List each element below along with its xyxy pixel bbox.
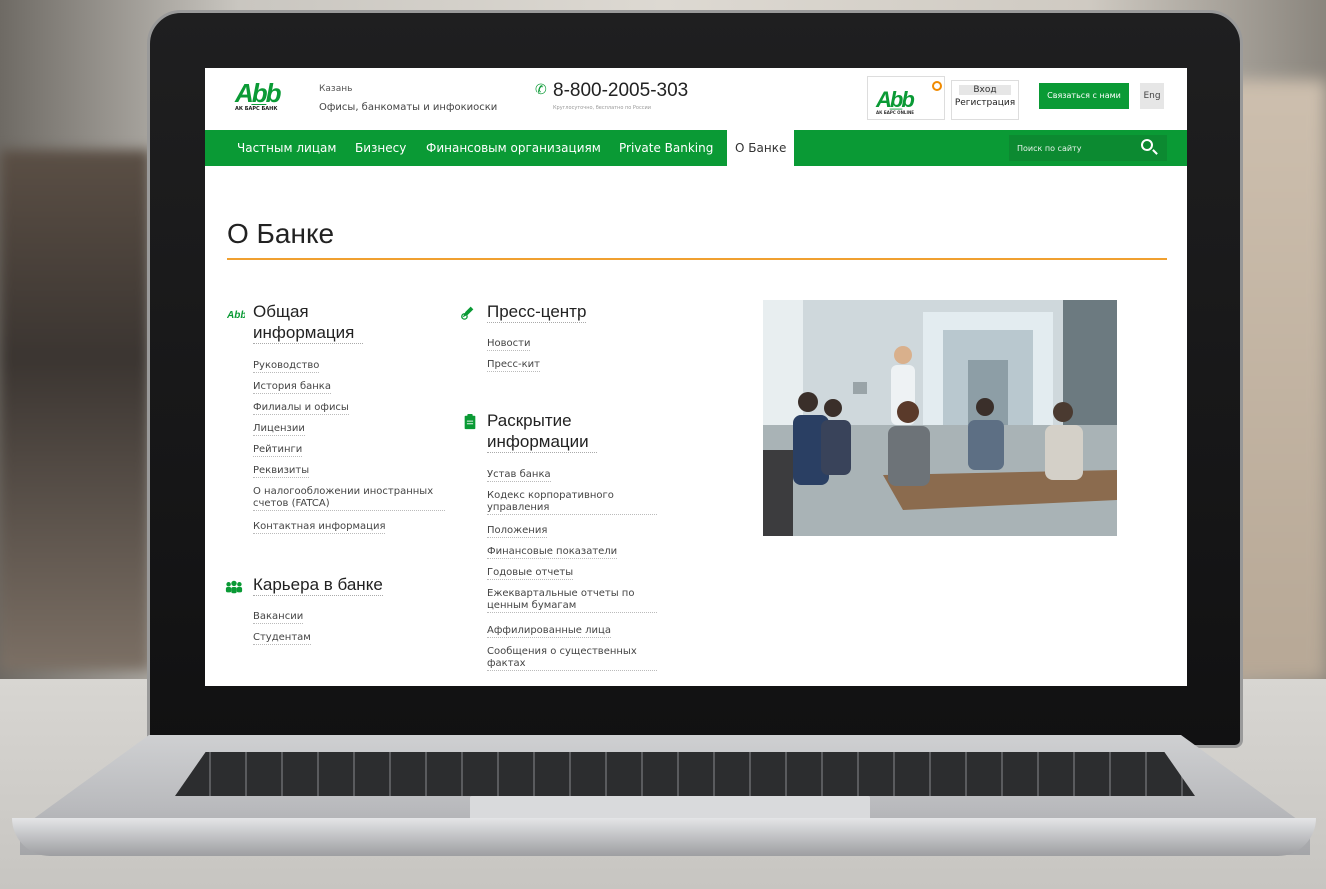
online-badge-icon [932, 81, 942, 91]
link-charter[interactable]: Устав банка [487, 469, 551, 482]
section-title-general[interactable]: Общая информация [253, 301, 363, 344]
laptop-trackpad [470, 796, 870, 820]
link-corporate-code[interactable]: Кодекс корпоративного управления [487, 490, 657, 515]
people-icon [225, 580, 243, 594]
logo-text: АК БАРС БАНК [235, 106, 278, 112]
online-banking-logo[interactable]: Ab̲b АК БАРС ONLINE [867, 76, 945, 120]
link-quarterly-reports[interactable]: Ежеквартальные отчеты по ценным бумагам [487, 588, 657, 613]
online-logo-text: АК БАРС ONLINE [876, 110, 915, 115]
phone-icon: ✆ [535, 82, 547, 98]
link-press-kit[interactable]: Пресс-кит [487, 359, 540, 372]
bank-logo[interactable]: Ab̲b АК БАРС БАНК [235, 78, 305, 112]
link-ratings[interactable]: Рейтинги [253, 444, 303, 457]
title-divider [227, 258, 1167, 260]
link-regulations[interactable]: Положения [487, 525, 548, 538]
link-requisites[interactable]: Реквизиты [253, 465, 310, 478]
laptop-keyboard [175, 752, 1195, 796]
section-title-disclosure[interactable]: Раскрытие информации [487, 410, 597, 453]
login-box: Вход Регистрация [951, 80, 1019, 120]
link-licenses[interactable]: Лицензии [253, 423, 305, 436]
link-branches[interactable]: Филиалы и офисы [253, 402, 349, 415]
link-students[interactable]: Студентам [253, 632, 311, 645]
link-vacancies[interactable]: Вакансии [253, 611, 304, 624]
logo-icon: Abb [227, 310, 245, 321]
contact-button[interactable]: Связаться с нами [1039, 83, 1129, 109]
background-shelf [0, 150, 150, 670]
pen-icon [461, 306, 474, 320]
site-header: Ab̲b АК БАРС БАНК Казань Офисы, банкомат… [205, 68, 1187, 130]
link-history[interactable]: История банка [253, 381, 331, 394]
search-icon[interactable] [1141, 139, 1153, 151]
register-link[interactable]: Регистрация [952, 98, 1018, 108]
main-nav: Частным лицам Бизнесу Финансовым организ… [205, 130, 1187, 166]
section-title-press[interactable]: Пресс-центр [487, 301, 587, 323]
nav-item-business[interactable]: Бизнесу [355, 130, 406, 166]
section-title-career[interactable]: Карьера в банке [253, 574, 383, 596]
phone-number[interactable]: 8-800-2005-303 [553, 80, 688, 102]
login-button[interactable]: Вход [959, 85, 1011, 95]
svg-text:Abb: Abb [227, 310, 245, 321]
link-financials[interactable]: Финансовые показатели [487, 546, 618, 559]
nav-item-private-banking[interactable]: Private Banking [619, 130, 713, 166]
search-input[interactable] [1017, 135, 1137, 161]
link-affiliates[interactable]: Аффилированные лица [487, 625, 611, 638]
link-contacts[interactable]: Контактная информация [253, 521, 386, 534]
nav-item-individuals[interactable]: Частным лицам [237, 130, 336, 166]
clipboard-icon [464, 414, 476, 430]
logo-mark-icon: Ab̲b [235, 78, 282, 108]
meeting-photo [763, 300, 1117, 536]
laptop-base-edge [12, 818, 1316, 856]
nav-item-financial-orgs[interactable]: Финансовым организациям [426, 130, 601, 166]
link-fatca[interactable]: О налогообложении иностранных счетов (FA… [253, 486, 445, 511]
laptop-screen: Ab̲b АК БАРС БАНК Казань Офисы, банкомат… [205, 68, 1187, 686]
offices-link[interactable]: Офисы, банкоматы и инфокиоски [319, 102, 497, 113]
phone-note: Круглосуточно, бесплатно по России [553, 105, 651, 111]
language-button[interactable]: Eng [1140, 83, 1164, 109]
link-management[interactable]: Руководство [253, 360, 320, 373]
link-material-facts[interactable]: Сообщения о существенных фактах [487, 646, 657, 671]
city-selector[interactable]: Казань [319, 84, 352, 94]
search-box [1009, 135, 1167, 161]
page-title: О Банке [227, 218, 335, 249]
nav-item-about[interactable]: О Банке [727, 130, 795, 166]
link-news[interactable]: Новости [487, 338, 531, 351]
link-annual-reports[interactable]: Годовые отчеты [487, 567, 574, 580]
